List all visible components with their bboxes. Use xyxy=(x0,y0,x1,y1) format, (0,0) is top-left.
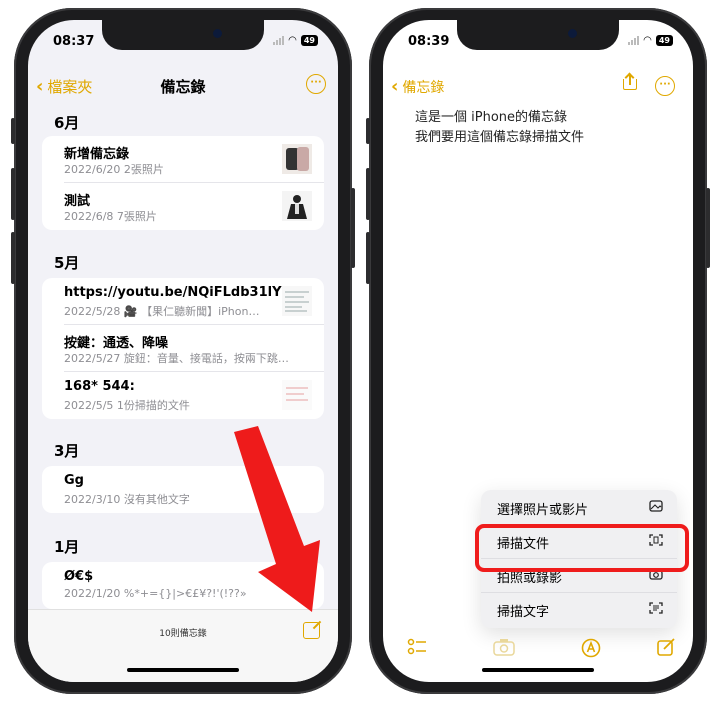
right-screen: 08:39 ◠ 49 ‹ 備忘錄 ··· 這是一個 iPhone的備忘錄 我們要… xyxy=(383,20,693,682)
note-count: 10則備忘錄 xyxy=(159,629,207,639)
list-item[interactable]: 測試 2022/6/8 7張照片 xyxy=(42,183,324,230)
signal-icon xyxy=(273,36,285,45)
list-item[interactable]: 按鍵：通透、降噪 2022/5/27 旋鈕：音量、接電話，按兩下跳… xyxy=(42,325,324,372)
volume-down-button xyxy=(11,232,15,284)
front-camera xyxy=(213,29,222,38)
right-phone: 08:39 ◠ 49 ‹ 備忘錄 ··· 這是一個 iPhone的備忘錄 我們要… xyxy=(366,8,710,694)
note-subtitle: 2022/5/5 1份掃描的文件 xyxy=(64,399,190,412)
back-label: 備忘錄 xyxy=(402,79,445,96)
note-body[interactable]: 這是一個 iPhone的備忘錄 我們要用這個備忘錄掃描文件 xyxy=(415,108,584,148)
menu-label: 掃描文字 xyxy=(497,605,550,620)
front-camera xyxy=(568,29,577,38)
more-icon[interactable]: ··· xyxy=(306,74,326,94)
note-subtitle: 2022/3/10 沒有其他文字 xyxy=(64,493,190,506)
menu-item-choose-photo[interactable]: 選擇照片或影片 xyxy=(481,490,677,525)
mute-switch xyxy=(366,118,370,144)
more-icon[interactable]: ··· xyxy=(655,76,675,96)
notch xyxy=(102,20,264,50)
section-month: 6月 xyxy=(54,114,80,132)
bottom-toolbar xyxy=(383,638,693,668)
checklist-icon[interactable] xyxy=(407,638,427,656)
section-month: 3月 xyxy=(54,442,80,460)
camera-icon[interactable] xyxy=(493,638,515,656)
power-button xyxy=(706,188,710,268)
note-subtitle: 2022/5/28 🎥 【果仁聽新聞】iPhon… xyxy=(64,305,260,318)
signal-icon xyxy=(628,36,640,45)
menu-item-scan-text[interactable]: 掃描文字 xyxy=(481,592,677,626)
status-icons: ◠ 49 xyxy=(628,35,673,46)
list-item[interactable]: https://youtu.be/NQiFLdb31lY 2022/5/28 🎥… xyxy=(42,278,324,325)
note-thumbnail xyxy=(282,191,312,221)
chevron-left-icon: ‹ xyxy=(391,76,399,97)
wifi-icon: ◠ xyxy=(643,35,652,46)
note-title: https://youtu.be/NQiFLdb31lY xyxy=(64,285,282,300)
volume-up-button xyxy=(11,168,15,220)
notch xyxy=(457,20,619,50)
power-button xyxy=(351,188,355,268)
note-line: 我們要用這個備忘錄掃描文件 xyxy=(415,130,585,145)
note-title: 測試 xyxy=(64,194,91,209)
section-card: 新增備忘錄 2022/6/20 2張照片 測試 2022/6/8 7張照片 xyxy=(42,136,324,230)
note-thumbnail xyxy=(282,286,312,316)
page-title: 備忘錄 xyxy=(160,78,206,96)
note-title: 新增備忘錄 xyxy=(64,147,130,162)
note-thumbnail xyxy=(282,144,312,174)
note-subtitle: 2022/6/8 7張照片 xyxy=(64,210,157,223)
note-title: 168* 544: xyxy=(64,379,135,394)
menu-label: 選擇照片或影片 xyxy=(497,503,589,518)
share-icon[interactable] xyxy=(623,72,637,90)
volume-down-button xyxy=(366,232,370,284)
section-month: 1月 xyxy=(54,538,80,556)
note-line: 這是一個 iPhone的備忘錄 xyxy=(415,110,568,125)
section-card: https://youtu.be/NQiFLdb31lY 2022/5/28 🎥… xyxy=(42,278,324,419)
note-title: Gg xyxy=(64,473,84,488)
list-item[interactable]: 新增備忘錄 2022/6/20 2張照片 xyxy=(42,136,324,183)
note-title: 按鍵：通透、降噪 xyxy=(64,336,169,351)
compose-icon[interactable] xyxy=(303,622,320,639)
list-item[interactable]: 168* 544: 2022/5/5 1份掃描的文件 xyxy=(42,372,324,419)
compose-icon[interactable] xyxy=(657,638,675,656)
section-month: 5月 xyxy=(54,254,80,272)
note-title: Ø€$ xyxy=(64,569,94,584)
markup-pen-icon[interactable] xyxy=(581,638,601,658)
highlight-box-annotation xyxy=(475,524,689,572)
note-thumbnail xyxy=(282,380,312,410)
home-indicator[interactable] xyxy=(482,668,594,672)
battery-icon: 49 xyxy=(655,35,673,46)
wifi-icon: ◠ xyxy=(288,35,297,46)
note-subtitle: 2022/5/27 旋鈕：音量、接電話，按兩下跳… xyxy=(64,352,289,365)
volume-up-button xyxy=(366,168,370,220)
mute-switch xyxy=(11,118,15,144)
back-button[interactable]: ‹ 備忘錄 xyxy=(391,76,444,97)
home-indicator[interactable] xyxy=(127,668,239,672)
note-subtitle: 2022/6/20 2張照片 xyxy=(64,163,164,176)
text-scan-icon xyxy=(649,602,663,614)
red-arrow-annotation xyxy=(234,426,320,612)
status-time: 08:37 xyxy=(53,34,95,49)
nav-bar: ‹ 檔案夾 備忘錄 ··· xyxy=(28,72,338,102)
status-time: 08:39 xyxy=(408,34,450,49)
status-icons: ◠ 49 xyxy=(273,35,318,46)
battery-icon: 49 xyxy=(300,35,318,46)
photo-library-icon xyxy=(649,500,663,512)
